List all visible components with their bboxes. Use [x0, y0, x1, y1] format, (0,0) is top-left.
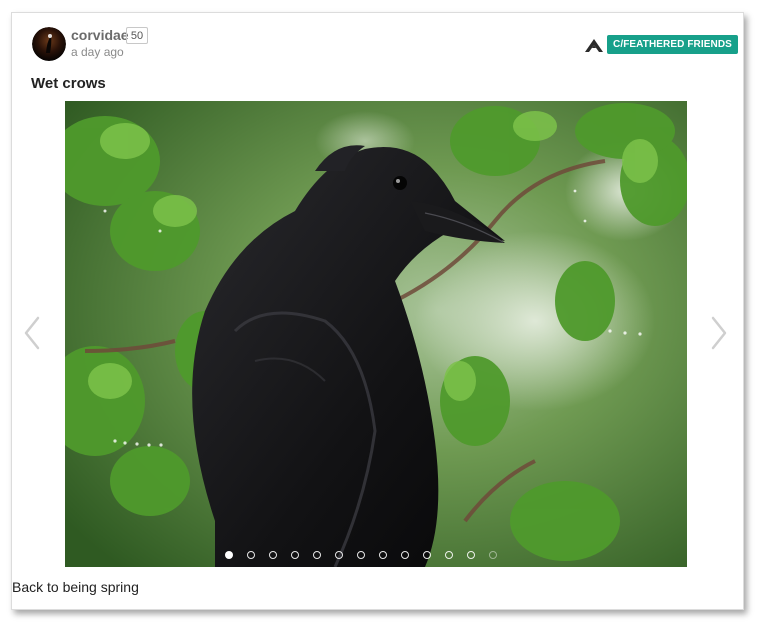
carousel-dot[interactable]	[225, 551, 233, 559]
carousel-dot[interactable]	[423, 551, 431, 559]
chevron-left-icon[interactable]	[22, 315, 42, 351]
carousel-dot[interactable]	[489, 551, 497, 559]
author-score-badge: 50	[126, 27, 148, 44]
avatar[interactable]	[32, 27, 66, 61]
carousel-dot[interactable]	[379, 551, 387, 559]
post-image[interactable]	[65, 101, 687, 567]
carousel-dot[interactable]	[445, 551, 453, 559]
community-badge[interactable]: C/FEATHERED FRIENDS	[607, 35, 738, 54]
chevron-right-icon[interactable]	[709, 315, 729, 351]
carousel-dot[interactable]	[313, 551, 321, 559]
carousel-dot[interactable]	[247, 551, 255, 559]
post-title[interactable]: Wet crows	[31, 75, 106, 92]
carousel-dot[interactable]	[291, 551, 299, 559]
carousel-indicators	[225, 551, 497, 559]
post-timestamp: a day ago	[71, 45, 124, 59]
author-name[interactable]: corvidae	[71, 27, 129, 43]
carousel-dot[interactable]	[467, 551, 475, 559]
post-caption: Back to being spring	[12, 579, 139, 595]
carousel-dot[interactable]	[357, 551, 365, 559]
carousel-dot[interactable]	[335, 551, 343, 559]
carousel-dot[interactable]	[401, 551, 409, 559]
post-card: corvidae 50 a day ago C/FEATHERED FRIEND…	[11, 12, 744, 610]
carousel-dot[interactable]	[269, 551, 277, 559]
mountain-logo-icon[interactable]	[584, 37, 604, 53]
